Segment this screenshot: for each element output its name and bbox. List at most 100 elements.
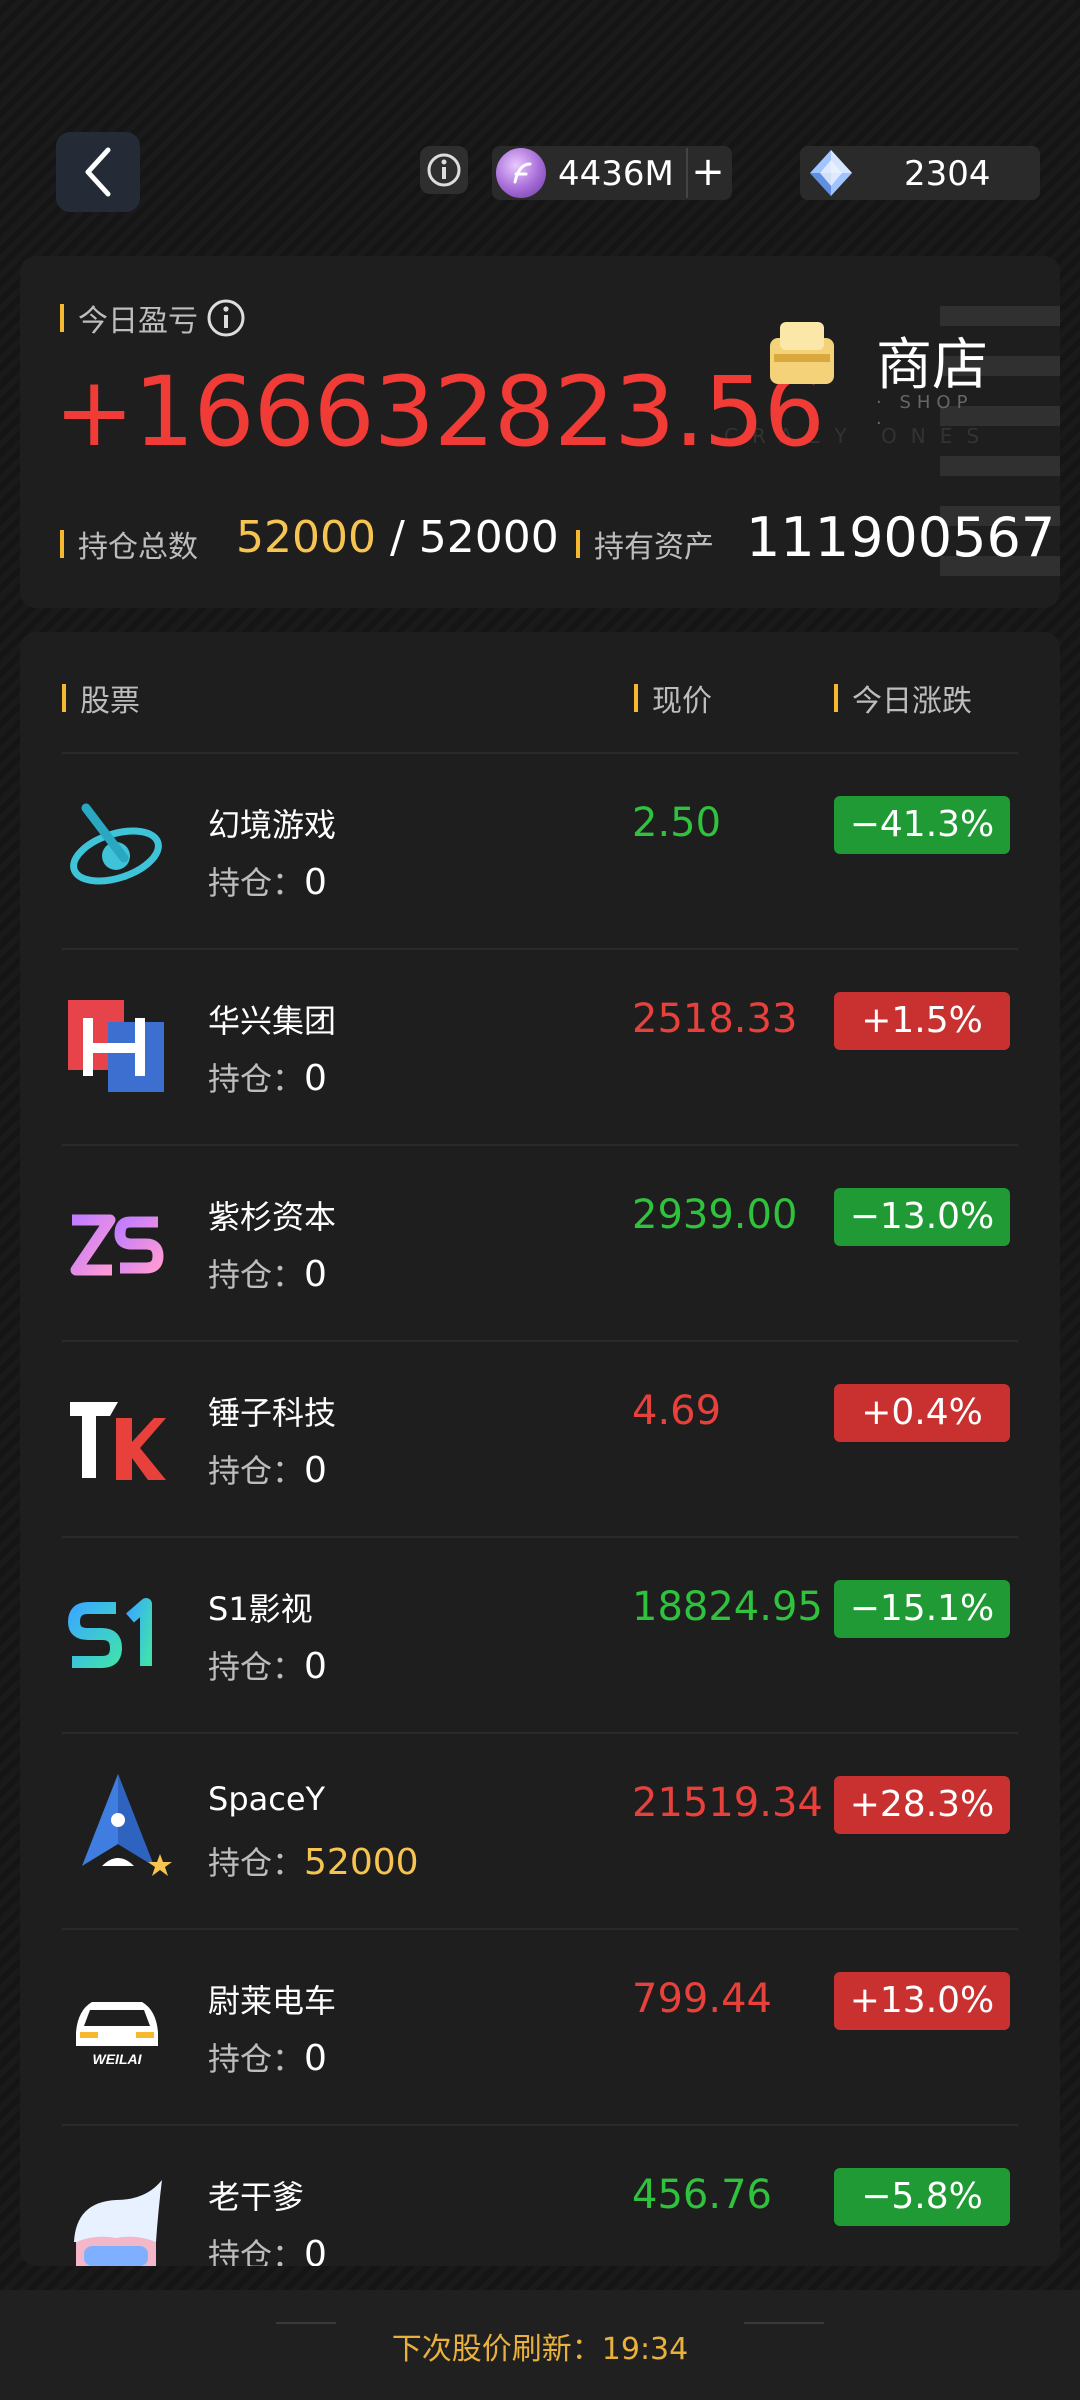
stock-list-card: 股票 现价 今日涨跌 幻境游戏 持仓：0 2.50 −41.3% 华兴集团 持仓… <box>20 632 1060 2266</box>
holding-line: 持仓：0 <box>208 858 327 904</box>
stock-list-header: 股票 现价 今日涨跌 <box>20 632 1060 752</box>
holding-line: 持仓：0 <box>208 2230 327 2266</box>
saturn-logo-icon <box>70 803 162 885</box>
column-header-change: 今日涨跌 <box>834 676 972 720</box>
holding-prefix: 持仓： <box>208 2040 305 2078</box>
holding-line: 持仓：0 <box>208 1446 327 1492</box>
footer-bar: 下次股价刷新：19:34 <box>0 2290 1080 2400</box>
holding-prefix: 持仓： <box>208 1844 305 1882</box>
coin-balance: 4436M + <box>492 146 732 200</box>
shop-button[interactable]: 商店 · SHOP · <box>764 296 994 434</box>
stock-row[interactable]: 华兴集团 持仓：0 2518.33 +1.5% <box>62 948 1018 1144</box>
zs-logo-icon <box>70 1214 164 1276</box>
holding-count: 0 <box>304 1254 327 1295</box>
face-logo-icon <box>74 2180 162 2266</box>
holding-count: 0 <box>304 2038 327 2079</box>
portfolio-summary-card: CRAZY ONES 今日盈亏 +166632823.56 持仓总数 52000… <box>20 256 1060 608</box>
holding-count: 0 <box>304 862 327 903</box>
holdings-separator: / <box>375 512 419 563</box>
stock-row[interactable]: 老干爹 持仓：0 456.76 −5.8% <box>62 2124 1018 2266</box>
stock-name: 锤子科技 <box>208 1394 337 1432</box>
change-badge: +28.3% <box>834 1776 1010 1834</box>
stock-price: 4.69 <box>632 1388 722 1434</box>
h-logo-icon <box>68 1000 164 1092</box>
daily-pl-label: 今日盈亏 <box>60 296 246 340</box>
holding-prefix: 持仓： <box>208 864 305 902</box>
holding-count: 0 <box>304 1058 327 1099</box>
svg-text:WEILAI: WEILAI <box>93 2051 143 2067</box>
holding-prefix: 持仓： <box>208 2236 305 2266</box>
info-icon <box>427 153 461 187</box>
stock-row[interactable]: 幻境游戏 持仓：0 2.50 −41.3% <box>62 752 1018 948</box>
change-badge: −41.3% <box>834 796 1010 854</box>
hammer-logo-icon <box>70 1402 166 1480</box>
daily-pl-value: +166632823.56 <box>54 356 825 468</box>
shop-title: 商店 <box>876 333 988 398</box>
gem-value: 2304 <box>904 154 991 194</box>
holding-line: 持仓：0 <box>208 1054 327 1100</box>
stock-price: 799.44 <box>632 1976 772 2022</box>
stock-price: 2518.33 <box>632 996 798 1042</box>
change-badge: −15.1% <box>834 1580 1010 1638</box>
add-coins-button[interactable]: + <box>686 148 728 198</box>
stock-row[interactable]: 紫杉资本 持仓：0 2939.00 −13.0% <box>62 1144 1018 1340</box>
change-badge: −13.0% <box>834 1188 1010 1246</box>
stock-name: 紫杉资本 <box>208 1198 337 1236</box>
stock-price: 2.50 <box>632 800 722 846</box>
holding-count: 0 <box>304 1646 327 1687</box>
stock-name: 老干爹 <box>208 2178 305 2216</box>
car-logo-icon: WEILAI <box>76 2002 158 2067</box>
stock-name: 尉莱电车 <box>208 1982 337 2020</box>
coin-icon <box>496 148 546 198</box>
back-button[interactable] <box>56 132 140 212</box>
daily-pl-label-text: 今日盈亏 <box>78 304 198 339</box>
total-holdings-label-text: 持仓总数 <box>78 530 198 565</box>
chevron-left-icon <box>85 147 111 197</box>
diamond-icon <box>810 150 852 196</box>
stock-price: 456.76 <box>632 2172 772 2218</box>
total-holdings-label: 持仓总数 <box>60 522 198 566</box>
holding-line: 持仓：0 <box>208 1642 327 1688</box>
shop-subtitle: · SHOP · <box>876 392 974 434</box>
stock-price: 2939.00 <box>632 1192 798 1238</box>
holdings-current: 52000 <box>236 512 376 563</box>
stock-row[interactable]: WEILAI 尉莱电车 持仓：0 799.44 +13.0% <box>62 1928 1018 2124</box>
column-header-stock-text: 股票 <box>80 684 140 719</box>
stock-name: 幻境游戏 <box>208 806 337 844</box>
holding-count: 0 <box>304 2234 327 2266</box>
shop-bag-icon <box>770 322 834 384</box>
change-badge: −5.8% <box>834 2168 1010 2226</box>
column-header-change-text: 今日涨跌 <box>852 684 972 719</box>
s1-logo-icon <box>67 1598 152 1668</box>
stock-price: 21519.34 <box>632 1780 823 1826</box>
column-header-price: 现价 <box>634 676 712 720</box>
coin-value: 4436M <box>558 154 674 194</box>
info-button[interactable] <box>420 146 468 194</box>
holding-prefix: 持仓： <box>208 1648 305 1686</box>
stock-rows: 幻境游戏 持仓：0 2.50 −41.3% 华兴集团 持仓：0 2518.33 … <box>20 752 1060 2266</box>
holding-count: 52000 <box>304 1842 419 1883</box>
holding-line: 持仓：0 <box>208 1250 327 1296</box>
stock-name: 华兴集团 <box>208 1002 337 1040</box>
holding-prefix: 持仓： <box>208 1256 305 1294</box>
column-header-price-text: 现价 <box>652 684 712 719</box>
stock-row[interactable]: 锤子科技 持仓：0 4.69 +0.4% <box>62 1340 1018 1536</box>
column-header-stock: 股票 <box>62 676 140 720</box>
stock-name: S1影视 <box>208 1590 313 1628</box>
info-icon[interactable] <box>206 298 246 338</box>
holding-line: 持仓：0 <box>208 2034 327 2080</box>
holding-prefix: 持仓： <box>208 1452 305 1490</box>
total-holdings-value: 52000 / 52000 <box>236 512 559 563</box>
rocket-logo-icon <box>82 1774 172 1876</box>
gem-balance: 2304 <box>800 146 1040 200</box>
stock-row[interactable]: SpaceY 持仓：52000 21519.34 +28.3% <box>62 1732 1018 1928</box>
change-badge: +1.5% <box>834 992 1010 1050</box>
change-badge: +13.0% <box>834 1972 1010 2030</box>
holding-count: 0 <box>304 1450 327 1491</box>
stock-name: SpaceY <box>208 1780 326 1818</box>
stock-price: 18824.95 <box>632 1584 823 1630</box>
assets-label-text: 持有资产 <box>594 530 714 565</box>
stock-row[interactable]: S1影视 持仓：0 18824.95 −15.1% <box>62 1536 1018 1732</box>
holding-prefix: 持仓： <box>208 1060 305 1098</box>
assets-value: 1119005671.88 <box>746 506 1060 569</box>
